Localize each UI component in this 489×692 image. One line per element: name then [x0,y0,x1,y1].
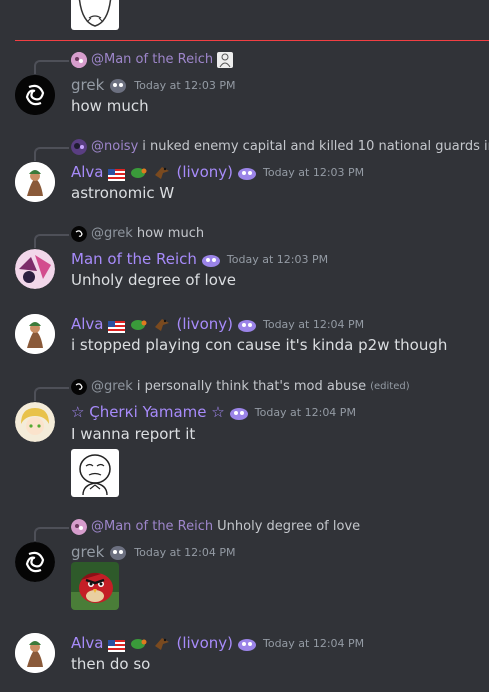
reply-spine [34,147,69,161]
reply-spine [34,234,69,248]
message-header: grek Today at 12:04 PM [71,541,235,563]
flag-icon [107,166,125,181]
message-content: I wanna report it [71,425,196,443]
nitro-icon [237,163,257,181]
avatar[interactable] [15,633,55,673]
avatar[interactable] [15,75,55,115]
timestamp[interactable]: Today at 12:04 PM [263,637,364,650]
message-content: i stopped playing con cause it's kinda p… [71,336,448,354]
avatar [71,519,87,535]
role-icon [108,543,128,561]
reply-author[interactable]: @grek [91,378,133,396]
timestamp[interactable]: Today at 12:03 PM [263,166,364,179]
message-header: ☆ Çherкi Yamame ☆ Today at 12:04 PM [71,401,356,423]
message-header: Man of the Reich Today at 12:03 PM [71,248,328,270]
nitro-icon [237,634,257,652]
reply-spine [34,387,69,401]
avatar [71,52,87,68]
username-suffix: (livony) [176,315,233,333]
reply-preview[interactable]: @Man of the Reich Unholy degree of love [71,518,360,536]
message-content: Unholy degree of love [71,271,236,289]
avatar [71,139,87,155]
reply-preview[interactable]: @Man of the Reich [71,51,234,69]
message-content: then do so [71,655,151,673]
nitro-icon [201,250,221,268]
username[interactable]: grek [71,76,104,94]
timestamp[interactable]: Today at 12:03 PM [134,79,235,92]
avatar[interactable] [15,402,55,442]
username-suffix: (livony) [176,634,233,652]
reply-author[interactable]: @Man of the Reich [91,51,213,69]
timestamp[interactable]: Today at 12:04 PM [134,546,235,559]
message-content: astronomic W [71,184,175,202]
reply-preview[interactable]: @grek how much [71,225,204,243]
message-header: grek Today at 12:03 PM [71,74,235,96]
turtle-icon [129,163,149,181]
username[interactable]: grek [71,543,104,561]
avatar [71,379,87,395]
sticker-image[interactable] [71,0,119,30]
flag-icon [107,318,125,333]
new-messages-divider [15,40,489,41]
reply-spine [34,527,69,541]
role-icon [108,76,128,94]
flag-icon [107,637,125,652]
bird-icon [153,634,173,652]
avatar[interactable] [15,162,55,202]
reply-author[interactable]: @noisy [91,138,138,156]
avatar[interactable] [15,314,55,354]
turtle-icon [129,634,149,652]
nitro-icon [229,403,249,421]
username-suffix: (livony) [176,163,233,181]
emoji-icon [217,52,234,68]
avatar [71,226,87,242]
username[interactable]: ☆ Çherкi Yamame ☆ [71,403,225,421]
message-header: Alva (livony) Today at 12:03 PM [71,161,364,183]
turtle-icon [129,315,149,333]
reply-text: i nuked enemy capital and killed 10 nati… [142,139,489,154]
username[interactable]: Man of the Reich [71,250,197,268]
reply-text: Unholy degree of love [217,519,361,534]
avatar[interactable] [15,249,55,289]
message-header: Alva (livony) Today at 12:04 PM [71,313,364,335]
username[interactable]: Alva [71,163,104,181]
message-content: how much [71,97,149,115]
reply-text: i personally think that's mod abuse [136,379,367,394]
username[interactable]: Alva [71,315,104,333]
reply-author[interactable]: @Man of the Reich [91,518,213,536]
reply-text: how much [136,226,205,241]
timestamp[interactable]: Today at 12:04 PM [263,318,364,331]
message-header: Alva (livony) Today at 12:04 PM [71,632,364,654]
sticker-image[interactable] [71,449,119,497]
nitro-icon [237,315,257,333]
timestamp[interactable]: Today at 12:04 PM [255,406,356,419]
avatar[interactable] [15,542,55,582]
reply-author[interactable]: @grek [91,225,133,243]
bird-icon [153,315,173,333]
reply-preview[interactable]: @noisy i nuked enemy capital and killed … [71,138,489,156]
edited-label: (edited) [370,381,410,392]
timestamp[interactable]: Today at 12:03 PM [227,253,328,266]
bird-icon [153,163,173,181]
reply-spine [34,60,69,74]
image-attachment[interactable] [71,562,119,610]
username[interactable]: Alva [71,634,104,652]
reply-preview[interactable]: @grek i personally think that's mod abus… [71,378,410,396]
